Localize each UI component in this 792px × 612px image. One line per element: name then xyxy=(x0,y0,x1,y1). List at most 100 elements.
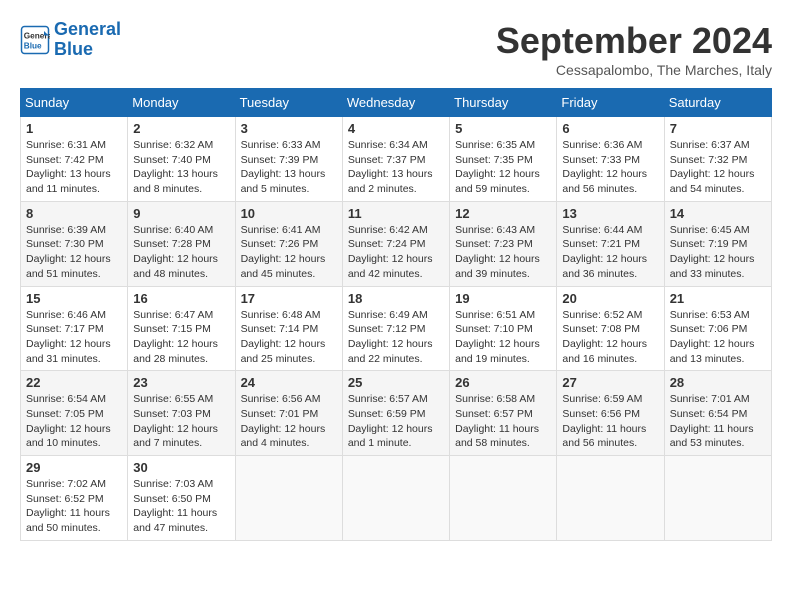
weekday-header: Friday xyxy=(557,89,664,117)
calendar-cell: 19 Sunrise: 6:51 AM Sunset: 7:10 PM Dayl… xyxy=(450,286,557,371)
day-info: Sunrise: 6:54 AM Sunset: 7:05 PM Dayligh… xyxy=(26,392,122,451)
calendar-cell: 12 Sunrise: 6:43 AM Sunset: 7:23 PM Dayl… xyxy=(450,201,557,286)
calendar-cell: 3 Sunrise: 6:33 AM Sunset: 7:39 PM Dayli… xyxy=(235,117,342,202)
month-title: September 2024 xyxy=(496,20,772,62)
day-info: Sunrise: 6:36 AM Sunset: 7:33 PM Dayligh… xyxy=(562,138,658,197)
calendar-cell: 15 Sunrise: 6:46 AM Sunset: 7:17 PM Dayl… xyxy=(21,286,128,371)
calendar-cell xyxy=(450,456,557,541)
calendar-week: 29 Sunrise: 7:02 AM Sunset: 6:52 PM Dayl… xyxy=(21,456,772,541)
day-number: 8 xyxy=(26,206,122,221)
calendar-cell: 9 Sunrise: 6:40 AM Sunset: 7:28 PM Dayli… xyxy=(128,201,235,286)
day-number: 18 xyxy=(348,291,444,306)
day-info: Sunrise: 6:58 AM Sunset: 6:57 PM Dayligh… xyxy=(455,392,551,451)
day-info: Sunrise: 6:52 AM Sunset: 7:08 PM Dayligh… xyxy=(562,308,658,367)
day-info: Sunrise: 6:43 AM Sunset: 7:23 PM Dayligh… xyxy=(455,223,551,282)
day-number: 7 xyxy=(670,121,766,136)
location: Cessapalombo, The Marches, Italy xyxy=(496,62,772,78)
calendar-cell: 5 Sunrise: 6:35 AM Sunset: 7:35 PM Dayli… xyxy=(450,117,557,202)
day-info: Sunrise: 6:32 AM Sunset: 7:40 PM Dayligh… xyxy=(133,138,229,197)
calendar-cell: 29 Sunrise: 7:02 AM Sunset: 6:52 PM Dayl… xyxy=(21,456,128,541)
day-info: Sunrise: 6:31 AM Sunset: 7:42 PM Dayligh… xyxy=(26,138,122,197)
day-info: Sunrise: 6:33 AM Sunset: 7:39 PM Dayligh… xyxy=(241,138,337,197)
calendar-cell: 1 Sunrise: 6:31 AM Sunset: 7:42 PM Dayli… xyxy=(21,117,128,202)
title-section: September 2024 Cessapalombo, The Marches… xyxy=(496,20,772,78)
calendar-cell: 30 Sunrise: 7:03 AM Sunset: 6:50 PM Dayl… xyxy=(128,456,235,541)
calendar-cell: 13 Sunrise: 6:44 AM Sunset: 7:21 PM Dayl… xyxy=(557,201,664,286)
calendar-cell: 16 Sunrise: 6:47 AM Sunset: 7:15 PM Dayl… xyxy=(128,286,235,371)
day-number: 25 xyxy=(348,375,444,390)
day-number: 1 xyxy=(26,121,122,136)
day-number: 11 xyxy=(348,206,444,221)
calendar-cell: 11 Sunrise: 6:42 AM Sunset: 7:24 PM Dayl… xyxy=(342,201,449,286)
weekday-header: Monday xyxy=(128,89,235,117)
calendar-cell: 6 Sunrise: 6:36 AM Sunset: 7:33 PM Dayli… xyxy=(557,117,664,202)
day-info: Sunrise: 6:39 AM Sunset: 7:30 PM Dayligh… xyxy=(26,223,122,282)
calendar-cell: 21 Sunrise: 6:53 AM Sunset: 7:06 PM Dayl… xyxy=(664,286,771,371)
calendar-cell: 28 Sunrise: 7:01 AM Sunset: 6:54 PM Dayl… xyxy=(664,371,771,456)
calendar-table: SundayMondayTuesdayWednesdayThursdayFrid… xyxy=(20,88,772,541)
day-info: Sunrise: 6:37 AM Sunset: 7:32 PM Dayligh… xyxy=(670,138,766,197)
calendar-cell: 25 Sunrise: 6:57 AM Sunset: 6:59 PM Dayl… xyxy=(342,371,449,456)
day-number: 14 xyxy=(670,206,766,221)
calendar-week: 22 Sunrise: 6:54 AM Sunset: 7:05 PM Dayl… xyxy=(21,371,772,456)
calendar-cell xyxy=(664,456,771,541)
day-number: 23 xyxy=(133,375,229,390)
day-number: 22 xyxy=(26,375,122,390)
svg-text:General: General xyxy=(24,31,50,40)
day-info: Sunrise: 6:41 AM Sunset: 7:26 PM Dayligh… xyxy=(241,223,337,282)
day-number: 27 xyxy=(562,375,658,390)
weekday-header: Saturday xyxy=(664,89,771,117)
calendar-cell xyxy=(235,456,342,541)
calendar-cell: 7 Sunrise: 6:37 AM Sunset: 7:32 PM Dayli… xyxy=(664,117,771,202)
day-number: 21 xyxy=(670,291,766,306)
day-number: 20 xyxy=(562,291,658,306)
calendar-week: 1 Sunrise: 6:31 AM Sunset: 7:42 PM Dayli… xyxy=(21,117,772,202)
calendar-body: 1 Sunrise: 6:31 AM Sunset: 7:42 PM Dayli… xyxy=(21,117,772,541)
calendar-cell: 23 Sunrise: 6:55 AM Sunset: 7:03 PM Dayl… xyxy=(128,371,235,456)
day-number: 29 xyxy=(26,460,122,475)
day-number: 10 xyxy=(241,206,337,221)
day-info: Sunrise: 6:53 AM Sunset: 7:06 PM Dayligh… xyxy=(670,308,766,367)
day-number: 15 xyxy=(26,291,122,306)
calendar-cell: 4 Sunrise: 6:34 AM Sunset: 7:37 PM Dayli… xyxy=(342,117,449,202)
logo-icon: General Blue xyxy=(20,25,50,55)
day-info: Sunrise: 6:44 AM Sunset: 7:21 PM Dayligh… xyxy=(562,223,658,282)
day-info: Sunrise: 7:02 AM Sunset: 6:52 PM Dayligh… xyxy=(26,477,122,536)
day-info: Sunrise: 7:03 AM Sunset: 6:50 PM Dayligh… xyxy=(133,477,229,536)
page-header: General Blue GeneralBlue September 2024 … xyxy=(20,20,772,78)
weekday-header: Tuesday xyxy=(235,89,342,117)
calendar-cell: 18 Sunrise: 6:49 AM Sunset: 7:12 PM Dayl… xyxy=(342,286,449,371)
calendar-cell: 17 Sunrise: 6:48 AM Sunset: 7:14 PM Dayl… xyxy=(235,286,342,371)
day-info: Sunrise: 6:59 AM Sunset: 6:56 PM Dayligh… xyxy=(562,392,658,451)
weekday-header: Thursday xyxy=(450,89,557,117)
weekday-header: Sunday xyxy=(21,89,128,117)
day-number: 3 xyxy=(241,121,337,136)
day-info: Sunrise: 6:35 AM Sunset: 7:35 PM Dayligh… xyxy=(455,138,551,197)
day-number: 9 xyxy=(133,206,229,221)
logo-text: GeneralBlue xyxy=(54,20,121,60)
day-number: 26 xyxy=(455,375,551,390)
day-info: Sunrise: 6:51 AM Sunset: 7:10 PM Dayligh… xyxy=(455,308,551,367)
calendar-cell: 10 Sunrise: 6:41 AM Sunset: 7:26 PM Dayl… xyxy=(235,201,342,286)
day-number: 4 xyxy=(348,121,444,136)
day-info: Sunrise: 6:57 AM Sunset: 6:59 PM Dayligh… xyxy=(348,392,444,451)
svg-text:Blue: Blue xyxy=(24,41,42,50)
day-number: 12 xyxy=(455,206,551,221)
day-info: Sunrise: 7:01 AM Sunset: 6:54 PM Dayligh… xyxy=(670,392,766,451)
weekday-header: Wednesday xyxy=(342,89,449,117)
calendar-week: 8 Sunrise: 6:39 AM Sunset: 7:30 PM Dayli… xyxy=(21,201,772,286)
day-number: 24 xyxy=(241,375,337,390)
calendar-cell: 22 Sunrise: 6:54 AM Sunset: 7:05 PM Dayl… xyxy=(21,371,128,456)
day-number: 13 xyxy=(562,206,658,221)
day-number: 6 xyxy=(562,121,658,136)
calendar-cell: 26 Sunrise: 6:58 AM Sunset: 6:57 PM Dayl… xyxy=(450,371,557,456)
day-info: Sunrise: 6:49 AM Sunset: 7:12 PM Dayligh… xyxy=(348,308,444,367)
day-info: Sunrise: 6:42 AM Sunset: 7:24 PM Dayligh… xyxy=(348,223,444,282)
day-number: 17 xyxy=(241,291,337,306)
day-number: 28 xyxy=(670,375,766,390)
day-info: Sunrise: 6:48 AM Sunset: 7:14 PM Dayligh… xyxy=(241,308,337,367)
calendar-cell: 2 Sunrise: 6:32 AM Sunset: 7:40 PM Dayli… xyxy=(128,117,235,202)
day-number: 30 xyxy=(133,460,229,475)
calendar-week: 15 Sunrise: 6:46 AM Sunset: 7:17 PM Dayl… xyxy=(21,286,772,371)
day-info: Sunrise: 6:56 AM Sunset: 7:01 PM Dayligh… xyxy=(241,392,337,451)
